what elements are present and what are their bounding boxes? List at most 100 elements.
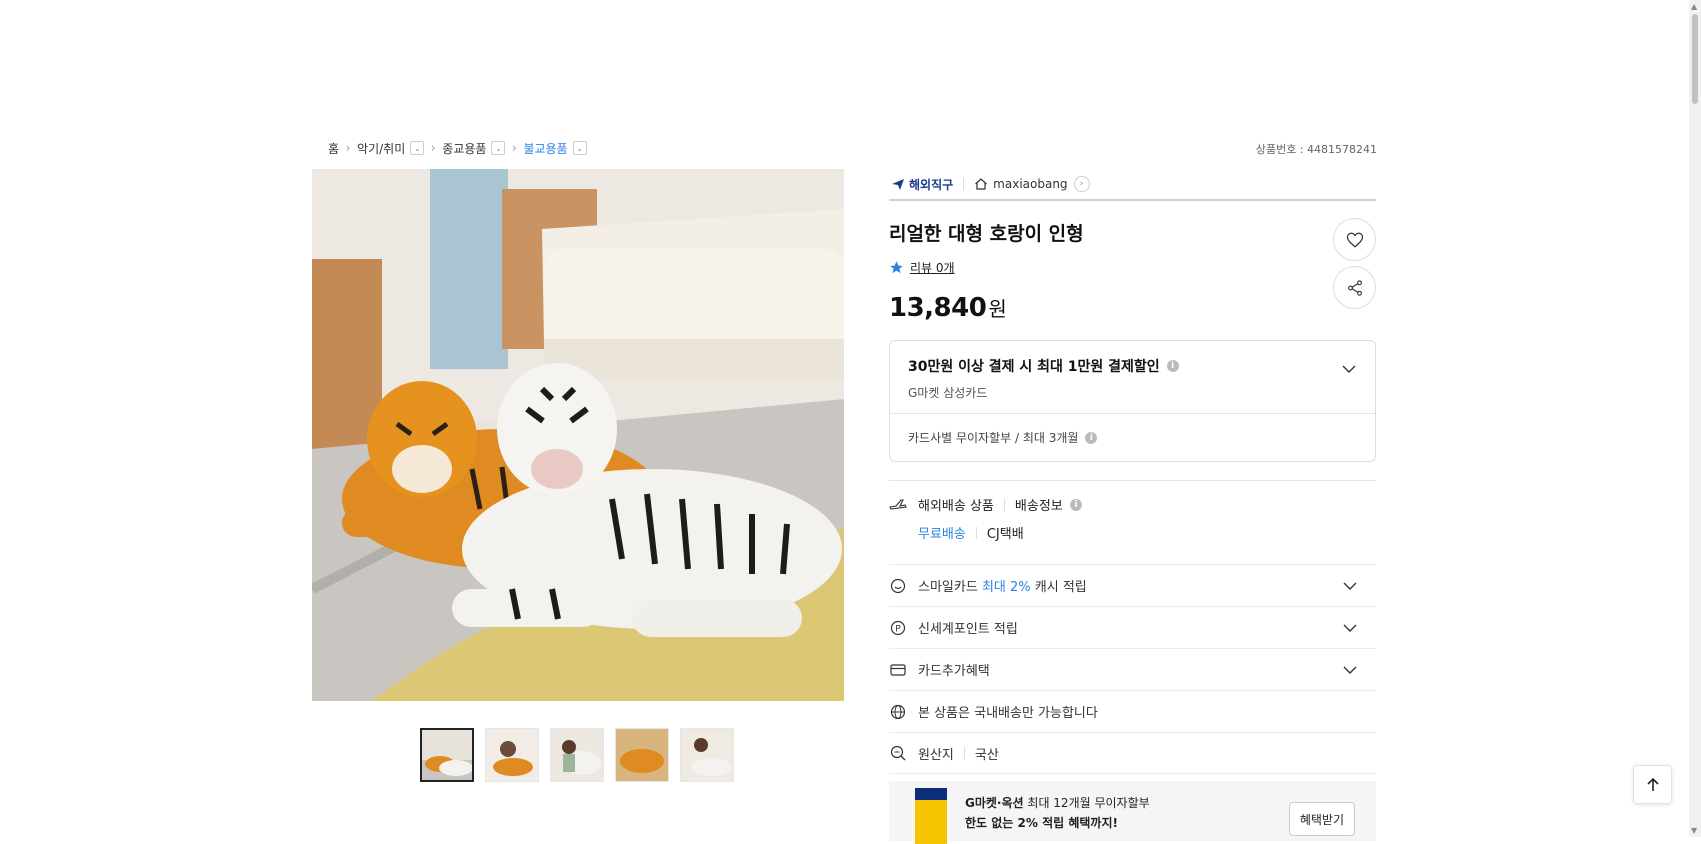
chevron-down-icon[interactable] xyxy=(1342,620,1358,636)
favorite-button[interactable] xyxy=(1333,218,1376,261)
payment-benefit-box: 30만원 이상 결제 시 최대 1만원 결제할인 i G마켓 삼성카드 카드사별… xyxy=(889,340,1376,462)
product-main-image[interactable] xyxy=(312,169,844,701)
thumbnail-2[interactable] xyxy=(485,728,539,782)
shipping-type: 해외배송 상품 xyxy=(918,499,994,514)
installment-text: 카드사별 무이자할부 / 최대 3개월 xyxy=(908,431,1079,445)
breadcrumb-level2[interactable]: 종교용품 ⌄ xyxy=(442,140,506,157)
share-icon xyxy=(1347,279,1362,296)
card-promo-text: G마켓·옥션 최대 12개월 무이자할부 한도 없는 2% 적립 혜택까지! xyxy=(965,793,1150,833)
divider xyxy=(975,526,977,539)
thumbnail-1[interactable] xyxy=(420,728,474,782)
shipping-section: 해외배송 상품 배송정보 i 무료배송 CJ택배 xyxy=(889,480,1376,564)
point-label: 신세계포인트 적립 xyxy=(918,622,1018,637)
breadcrumb: 홈 › 악기/취미 ⌄ › 종교용품 ⌄ › 불교용품 ⌄ xyxy=(328,138,587,158)
info-icon[interactable]: i xyxy=(1085,431,1098,444)
origin-value: 국산 xyxy=(974,747,999,763)
seller-row: 해외직구 maxiaobang › xyxy=(889,169,1376,201)
price-currency: 원 xyxy=(988,297,1007,321)
chevron-down-icon[interactable]: ⌄ xyxy=(491,141,506,155)
info-icon[interactable]: i xyxy=(1166,360,1179,372)
chevron-down-icon[interactable] xyxy=(1342,578,1358,594)
share-button[interactable] xyxy=(1333,266,1376,309)
origin-row: 원산지 국산 xyxy=(889,732,1376,774)
thumbnail-list xyxy=(420,728,734,782)
chevron-right-icon: › xyxy=(430,141,436,155)
divider xyxy=(963,178,965,190)
info-icon[interactable]: i xyxy=(1069,498,1082,511)
breadcrumb-level3[interactable]: 불교용품 ⌄ xyxy=(523,140,587,157)
star-icon xyxy=(890,261,903,274)
svg-text:P: P xyxy=(895,624,901,634)
chevron-down-icon[interactable]: ⌄ xyxy=(572,141,587,155)
price-value: 13,840 xyxy=(889,293,987,323)
get-benefit-button[interactable]: 혜택받기 xyxy=(1288,802,1355,836)
discount-title: 30만원 이상 결제 시 최대 1만원 결제할인 i xyxy=(908,356,1357,376)
scroll-top-button[interactable] xyxy=(1633,765,1672,804)
card-promo-line1: G마켓·옥션 최대 12개월 무이자할부 xyxy=(965,793,1150,813)
tiger-plush-photo xyxy=(312,169,844,701)
discount-title-text: 30만원 이상 결제 시 최대 1만원 결제할인 xyxy=(908,359,1160,375)
credit-card-image xyxy=(915,788,947,844)
breadcrumb-home[interactable]: 홈 xyxy=(328,140,339,157)
home-icon xyxy=(975,178,988,190)
scrollbar-thumb[interactable] xyxy=(1692,14,1698,104)
product-title: 리얼한 대형 호랑이 인형 xyxy=(889,223,1084,245)
chevron-right-icon: › xyxy=(1073,176,1090,192)
product-price: 13,840 원 xyxy=(889,293,1007,323)
credit-card-icon xyxy=(889,661,907,679)
shop-link[interactable]: maxiaobang › xyxy=(974,176,1090,192)
scroll-up-arrow-icon[interactable]: ▲ xyxy=(1691,2,1697,11)
product-number: 상품번호 : 4481578241 xyxy=(1255,143,1377,156)
smile-card-row[interactable]: 스마일카드 최대 2% 캐시 적립 xyxy=(889,564,1376,606)
breadcrumb-level1-label: 악기/취미 xyxy=(357,141,406,156)
card-extra-benefit-row[interactable]: 카드추가혜택 xyxy=(889,648,1376,690)
globe-icon xyxy=(889,703,907,721)
domestic-shipping-row: 본 상품은 국내배송만 가능합니다 xyxy=(889,690,1376,732)
smile-card-label: 스마일카드 xyxy=(918,580,978,595)
breadcrumb-level3-label: 불교용품 xyxy=(523,141,568,156)
free-shipping-label: 무료배송 xyxy=(918,527,966,542)
shinsegae-point-row[interactable]: P 신세계포인트 적립 xyxy=(889,606,1376,648)
shipping-info-link[interactable]: 배송정보 xyxy=(1015,495,1063,514)
chevron-right-icon: › xyxy=(512,141,517,155)
page-scrollbar[interactable]: ▲ ▼ xyxy=(1689,0,1701,837)
divider xyxy=(963,747,965,759)
card-promo-brand: G마켓·옥션 xyxy=(965,796,1024,810)
airplane-icon xyxy=(892,179,904,190)
chevron-down-icon[interactable] xyxy=(1341,361,1357,377)
chevron-down-icon[interactable] xyxy=(1342,662,1358,678)
review-link[interactable]: 리뷰 0개 xyxy=(910,259,955,276)
thumbnail-4[interactable] xyxy=(615,728,669,782)
review-summary: 리뷰 0개 xyxy=(889,259,955,276)
payment-discount-section[interactable]: 30만원 이상 결제 시 최대 1만원 결제할인 i G마켓 삼성카드 xyxy=(890,341,1375,414)
domestic-shipping-text: 본 상품은 국내배송만 가능합니다 xyxy=(918,706,1098,721)
overseas-badge-label: 해외직구 xyxy=(909,177,954,192)
card-promo-reward: 한도 없는 2% 적립 혜택까지! xyxy=(965,816,1118,830)
installment-section: 카드사별 무이자할부 / 최대 3개월 i xyxy=(890,414,1375,461)
thumbnail-3[interactable] xyxy=(550,728,604,782)
card-promo-banner: G마켓·옥션 최대 12개월 무이자할부 한도 없는 2% 적립 혜택까지! 혜… xyxy=(889,781,1376,844)
card-promo-installment: 최대 12개월 무이자할부 xyxy=(1027,796,1150,810)
heart-icon xyxy=(1346,232,1363,248)
product-info-panel: 해외직구 maxiaobang › 리얼한 대형 호랑이 인형 리뷰 0개 13… xyxy=(889,169,1376,844)
carrier-name: CJ택배 xyxy=(986,527,1024,542)
delivery-plane-icon xyxy=(889,496,907,514)
arrow-up-icon xyxy=(1646,777,1659,791)
shipping-row: 해외배송 상품 배송정보 i xyxy=(889,495,1376,514)
smile-card-suffix: 캐시 적립 xyxy=(1034,580,1087,595)
point-p-icon: P xyxy=(889,619,907,637)
scroll-down-arrow-icon[interactable]: ▼ xyxy=(1691,826,1697,835)
shop-name: maxiaobang xyxy=(993,177,1068,191)
origin-label: 원산지 xyxy=(918,747,954,763)
overseas-badge: 해외직구 xyxy=(889,176,953,193)
smile-icon xyxy=(889,577,907,595)
chevron-down-icon[interactable]: ⌄ xyxy=(410,141,425,155)
search-icon xyxy=(889,744,907,762)
breadcrumb-level1[interactable]: 악기/취미 ⌄ xyxy=(357,140,425,157)
thumbnail-5[interactable] xyxy=(680,728,734,782)
breadcrumb-level2-label: 종교용품 xyxy=(442,141,487,156)
shipping-detail-row: 무료배송 CJ택배 xyxy=(918,523,1376,542)
discount-card-name: G마켓 삼성카드 xyxy=(908,386,988,400)
smile-card-rate: 최대 2% xyxy=(981,580,1031,595)
chevron-right-icon: › xyxy=(345,141,351,155)
